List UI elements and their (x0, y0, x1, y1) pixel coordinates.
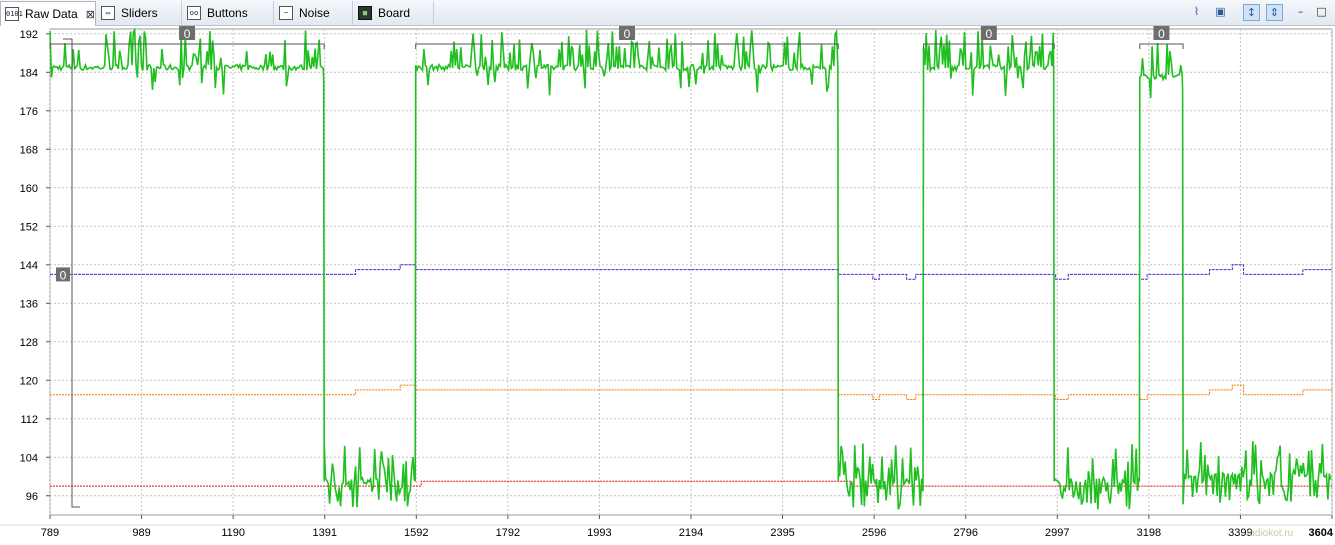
tab-noise-label: Noise (299, 6, 330, 20)
segment-badge-label: 0 (184, 27, 191, 41)
y-tick-label: 152 (20, 221, 38, 233)
buttons-icon: oo (187, 6, 201, 20)
x-tick-label: 3604 (1309, 527, 1334, 539)
minimize-icon[interactable]: – (1292, 4, 1309, 21)
raw-data-icon: 0101 (5, 7, 23, 21)
y-tick-label: 168 (20, 144, 38, 156)
fit-vertical-icon[interactable]: ↕ (1243, 4, 1260, 21)
y-tick-label: 96 (26, 491, 38, 503)
y-tick-label: 184 (20, 67, 38, 79)
x-tick-label: 789 (41, 527, 59, 539)
tab-sliders-label: Sliders (121, 6, 158, 20)
segment-badge-label: 0 (1158, 27, 1165, 41)
board-icon: ■ (358, 6, 372, 20)
x-tick-label: 1792 (496, 527, 520, 539)
x-tick-label: 989 (132, 527, 150, 539)
marker-badge-label: 0 (60, 268, 67, 282)
x-axis: 789 989 1190 1391 1592 1792 1993 2194 2395 2596 27… (41, 515, 1334, 539)
x-tick-label: 2997 (1045, 527, 1069, 539)
x-tick-label: 2194 (679, 527, 703, 539)
x-tick-label: 1592 (404, 527, 428, 539)
tab-noise[interactable]: ~ Noise (275, 1, 353, 25)
y-tick-label: 176 (20, 106, 38, 118)
noise-icon: ~ (279, 6, 293, 20)
y-tick-label: 192 (20, 29, 38, 41)
y-tick-label: 136 (20, 298, 38, 310)
editor-tab-bar: 0101 Raw Data ⊠ ▭ Sliders oo Buttons ~ N… (0, 0, 1335, 26)
chart-view-icon[interactable]: ⌇ (1188, 4, 1205, 21)
segment-badge-label: 0 (624, 27, 631, 41)
y-tick-label: 104 (20, 452, 38, 464)
tab-board-label: Board (378, 6, 411, 20)
y-tick-label: 112 (20, 414, 38, 426)
raw-data-chart[interactable]: 96 104 112 120 128 136 144 152 160 168 176 184 192 7… (0, 26, 1335, 545)
x-tick-label: 1190 (221, 527, 245, 539)
x-tick-label: 1391 (312, 527, 336, 539)
segment-badge-label: 0 (985, 27, 992, 41)
table-view-icon[interactable]: ▣ (1212, 4, 1229, 21)
tab-raw-data[interactable]: 0101 Raw Data ⊠ (0, 1, 96, 26)
tab-raw-data-label: Raw Data (25, 7, 78, 21)
close-icon[interactable]: ⊠ (86, 8, 95, 21)
y-axis: 96 104 112 120 128 136 144 152 160 168 176 184 192 (20, 29, 50, 503)
tab-buttons-label: Buttons (207, 6, 248, 20)
y-tick-label: 160 (20, 183, 38, 195)
watermark-text: radiokot.ru (1246, 528, 1293, 539)
chart-grid (0, 28, 1335, 526)
x-tick-label: 2596 (862, 527, 886, 539)
tab-board[interactable]: ■ Board (354, 1, 434, 25)
y-tick-label: 120 (20, 375, 38, 387)
tab-sliders[interactable]: ▭ Sliders (97, 1, 182, 25)
maximize-icon[interactable]: □ (1313, 4, 1330, 21)
sliders-icon: ▭ (101, 6, 115, 20)
y-tick-label: 144 (20, 260, 38, 272)
y-tick-label: 128 (20, 337, 38, 349)
fit-all-icon[interactable]: ⇕ (1266, 4, 1283, 21)
x-tick-label: 2395 (770, 527, 794, 539)
x-tick-label: 2796 (953, 527, 977, 539)
tab-buttons[interactable]: oo Buttons (183, 1, 274, 25)
x-tick-label: 3198 (1137, 527, 1161, 539)
x-tick-label: 1993 (587, 527, 611, 539)
